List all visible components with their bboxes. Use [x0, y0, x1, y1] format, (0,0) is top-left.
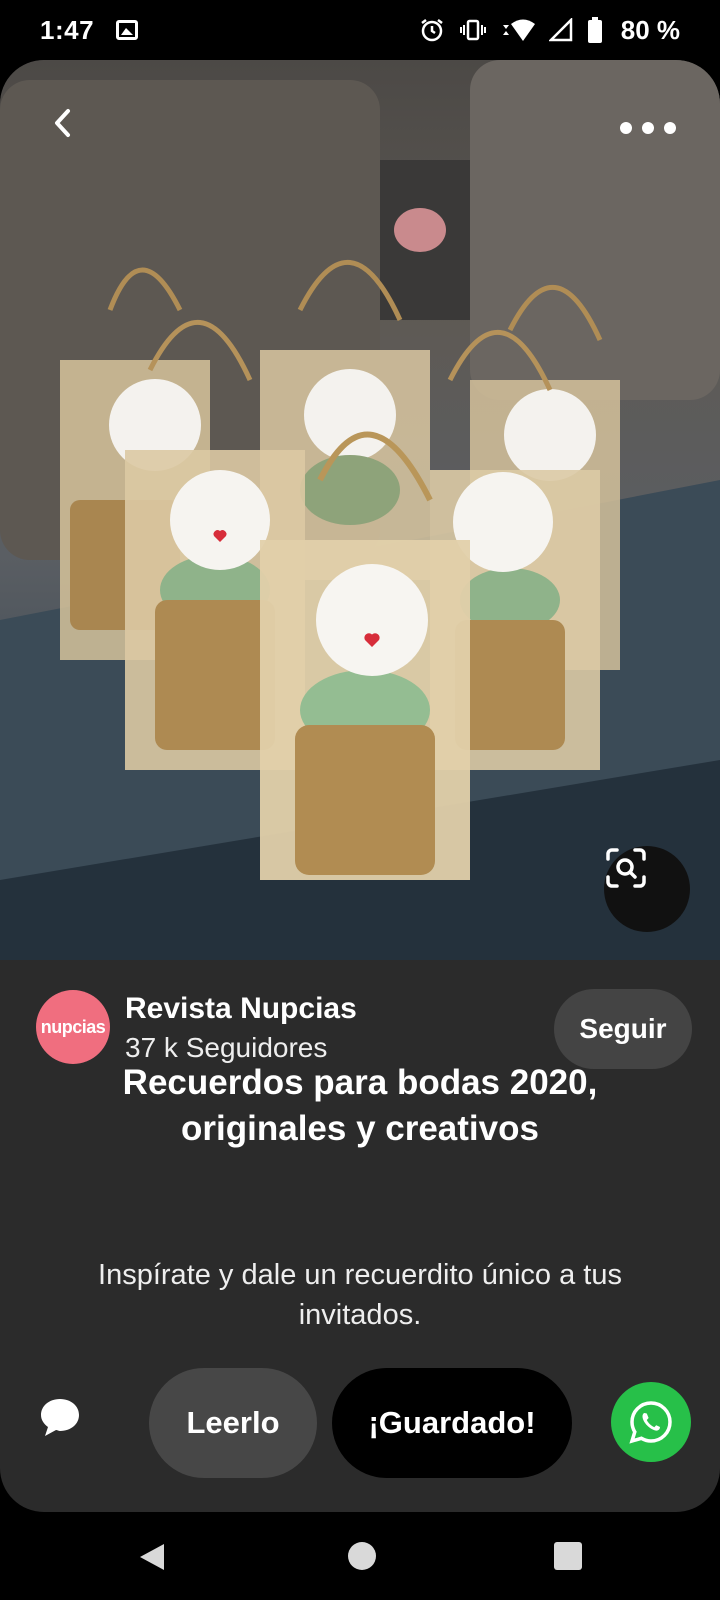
visual-search-button[interactable] [604, 846, 690, 932]
visual-search-icon [606, 848, 646, 888]
status-icons: 80 % [419, 15, 680, 46]
chevron-left-icon [55, 109, 70, 137]
vibrate-icon [459, 18, 487, 42]
battery-percent: 80 % [620, 14, 680, 45]
alarm-icon [419, 17, 445, 43]
pin-title: Recuerdos para bodas 2020, originales y … [122, 1063, 598, 1148]
wifi-icon [501, 17, 535, 43]
status-bar: 1:47 80 % [0, 0, 720, 60]
comment-button[interactable] [36, 1393, 84, 1441]
nav-back-button[interactable] [138, 1542, 166, 1577]
image-notification-icon [116, 20, 139, 40]
follow-button[interactable]: Seguir [554, 989, 692, 1069]
system-nav-bar [0, 1512, 720, 1600]
comment-icon [41, 1399, 79, 1436]
pin-image[interactable] [0, 60, 720, 960]
creator-name[interactable]: Revista Nupcias [125, 992, 357, 1026]
nav-recents-button[interactable] [554, 1542, 582, 1570]
avatar-logo-text: nupcias [40, 1016, 106, 1037]
whatsapp-share-button[interactable] [611, 1382, 691, 1462]
dot-icon [664, 122, 676, 134]
nav-home-button[interactable] [348, 1542, 376, 1570]
status-time: 1:47 [40, 14, 95, 45]
saved-button[interactable]: ¡Guardado! [332, 1368, 572, 1478]
battery-icon [587, 17, 603, 43]
pin-description: Inspírate y dale un recuerdito único a t… [98, 1259, 622, 1331]
triangle-back-icon [140, 1544, 164, 1570]
back-button[interactable] [52, 108, 92, 148]
gift-bags-illustration [0, 60, 720, 960]
whatsapp-icon [629, 1401, 672, 1444]
dot-icon [620, 122, 632, 134]
creator-avatar[interactable]: nupcias [36, 990, 110, 1064]
read-button[interactable]: Leerlo [149, 1368, 317, 1478]
dot-icon [642, 122, 654, 134]
more-options-button[interactable] [620, 110, 676, 146]
signal-icon [548, 18, 573, 42]
